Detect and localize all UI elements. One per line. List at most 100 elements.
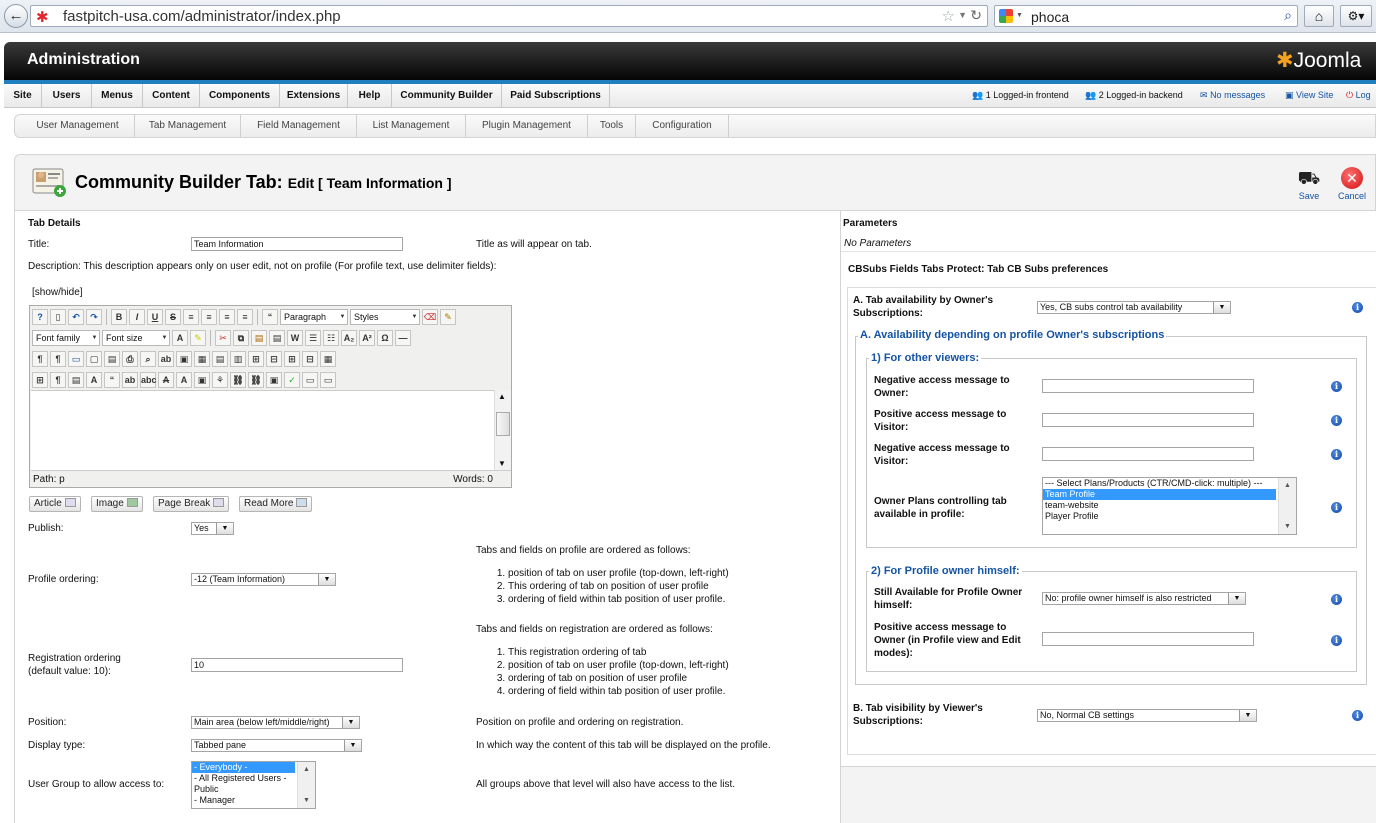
ltr-icon[interactable]: ¶: [32, 351, 48, 367]
scroll-up-icon[interactable]: ▲: [298, 764, 315, 775]
help-icon[interactable]: ?: [32, 309, 48, 325]
bookmark-star-icon[interactable]: ☆: [942, 7, 955, 25]
title-input[interactable]: Team Information: [191, 237, 403, 251]
display-type-select[interactable]: Tabbed pane ▼: [191, 739, 362, 752]
neg-visitor-input[interactable]: [1042, 447, 1254, 461]
blockquote-icon[interactable]: “: [262, 309, 278, 325]
listbox-scrollbar[interactable]: ▲ ▼: [1278, 478, 1296, 534]
home-icon[interactable]: ⌂: [1304, 5, 1334, 27]
find-icon[interactable]: ⌕: [140, 351, 156, 367]
spellcheck-icon[interactable]: ✓: [284, 372, 300, 388]
insert-text-icon[interactable]: A: [176, 372, 192, 388]
redo-icon[interactable]: ↷: [86, 309, 102, 325]
tools-icon[interactable]: ⚙▾: [1340, 5, 1372, 27]
neg-owner-input[interactable]: [1042, 379, 1254, 393]
google-icon[interactable]: [999, 9, 1013, 23]
listbox-scrollbar[interactable]: ▲ ▼: [297, 762, 315, 808]
list-item[interactable]: team-website: [1043, 500, 1296, 511]
cleanup-broom-icon[interactable]: ✎: [440, 309, 456, 325]
insert-row-icon[interactable]: ⊞: [248, 351, 264, 367]
pos-owner-input[interactable]: [1042, 632, 1254, 646]
editor-content-area[interactable]: [31, 390, 494, 470]
profile-ordering-select[interactable]: -12 (Team Information) ▼: [191, 573, 336, 586]
delete-col-icon[interactable]: ⊟: [302, 351, 318, 367]
underline-icon[interactable]: U: [147, 309, 163, 325]
menu-community-builder[interactable]: Community Builder: [392, 84, 502, 107]
address-bar[interactable]: ✱ fastpitch-usa.com/administrator/index.…: [30, 5, 988, 27]
tab-availability-select[interactable]: Yes, CB subs control tab availability ▼: [1037, 301, 1231, 314]
submenu-list-management[interactable]: List Management: [357, 115, 466, 137]
submenu-user-management[interactable]: User Management: [21, 115, 135, 137]
eraser-icon[interactable]: ⌫: [422, 309, 438, 325]
registration-ordering-input[interactable]: 10: [191, 658, 403, 672]
print-icon[interactable]: ⎙: [122, 351, 138, 367]
info-icon[interactable]: i: [1331, 635, 1342, 646]
show-blocks-icon[interactable]: ¶: [50, 372, 66, 388]
superscript-icon[interactable]: A²: [359, 330, 375, 346]
logout-link[interactable]: ⏻ Log: [1346, 84, 1371, 107]
info-icon[interactable]: i: [1352, 302, 1363, 313]
page-break-button[interactable]: Page Break: [153, 496, 230, 512]
image-button[interactable]: Image: [91, 496, 143, 512]
publish-select[interactable]: Yes ▼: [191, 522, 234, 535]
read-more-button[interactable]: Read More: [239, 496, 313, 512]
delete-text-icon[interactable]: A: [158, 372, 174, 388]
submenu-configuration[interactable]: Configuration: [636, 115, 729, 137]
row-props-icon[interactable]: ▤: [212, 351, 228, 367]
editor-scrollbar[interactable]: ▲ ▼: [494, 390, 511, 470]
visual-aid-icon[interactable]: ⊞: [32, 372, 48, 388]
paste-text-icon[interactable]: ▤: [269, 330, 285, 346]
cut-icon[interactable]: ✂: [215, 330, 231, 346]
attributes-icon[interactable]: ▣: [194, 372, 210, 388]
cell-props-icon[interactable]: ▥: [230, 351, 246, 367]
insert-image-icon[interactable]: ▣: [176, 351, 192, 367]
owner-plans-listbox[interactable]: --- Select Plans/Products (CTR/CMD-click…: [1042, 477, 1297, 535]
menu-users[interactable]: Users: [42, 84, 92, 107]
back-arrow-icon[interactable]: ←: [4, 4, 28, 28]
info-icon[interactable]: i: [1331, 381, 1342, 392]
url-dropdown-icon[interactable]: ▼: [958, 10, 967, 20]
special-char-icon[interactable]: Ω: [377, 330, 393, 346]
style-props-icon[interactable]: A: [86, 372, 102, 388]
align-justify-icon[interactable]: ≡: [237, 309, 253, 325]
italic-icon[interactable]: I: [129, 309, 145, 325]
save-button[interactable]: ⛟ Save: [1289, 165, 1329, 205]
submenu-plugin-management[interactable]: Plugin Management: [466, 115, 588, 137]
position-select[interactable]: Main area (below left/middle/right) ▼: [191, 716, 360, 729]
acronym-icon[interactable]: abc: [140, 372, 157, 388]
list-item[interactable]: - Everybody -: [192, 762, 295, 773]
image-icon[interactable]: ▣: [266, 372, 282, 388]
scroll-down-icon[interactable]: ▼: [1279, 521, 1296, 532]
styles-select[interactable]: Styles ▼: [350, 309, 420, 325]
new-document-icon[interactable]: ▯: [50, 309, 66, 325]
scroll-up-icon[interactable]: ▲: [498, 392, 506, 401]
copy-icon[interactable]: ⧉: [233, 330, 249, 346]
layer-icon[interactable]: ▤: [68, 372, 84, 388]
strikethrough-icon[interactable]: S: [165, 309, 181, 325]
list-item[interactable]: Team Profile: [1043, 489, 1276, 500]
link-icon[interactable]: ⛓: [230, 372, 246, 388]
tab-visibility-select[interactable]: No, Normal CB settings ▼: [1037, 709, 1257, 722]
info-icon[interactable]: i: [1331, 449, 1342, 460]
merge-cells-icon[interactable]: ▦: [320, 351, 336, 367]
table-icon[interactable]: ▦: [194, 351, 210, 367]
search-engine-dropdown-icon[interactable]: ▼: [1016, 12, 1023, 19]
paste-word-icon[interactable]: W: [287, 330, 303, 346]
preview-icon[interactable]: ▢: [86, 351, 102, 367]
scroll-up-icon[interactable]: ▲: [1279, 480, 1296, 491]
scroll-down-icon[interactable]: ▼: [498, 459, 506, 468]
search-icon[interactable]: ⌕: [1284, 7, 1292, 24]
user-group-listbox[interactable]: - Everybody - - All Registered Users - P…: [191, 761, 316, 809]
text-color-icon[interactable]: A: [172, 330, 188, 346]
search-input[interactable]: phoca: [1031, 9, 1069, 25]
subscript-icon[interactable]: A₂: [341, 330, 357, 346]
scroll-thumb[interactable]: [496, 412, 510, 436]
font-family-select[interactable]: Font family ▼: [32, 330, 100, 346]
info-icon[interactable]: i: [1331, 502, 1342, 513]
highlight-color-icon[interactable]: ✎: [190, 330, 206, 346]
abbr-icon[interactable]: ab: [122, 372, 138, 388]
scroll-down-icon[interactable]: ▼: [298, 795, 315, 806]
align-right-icon[interactable]: ≡: [219, 309, 235, 325]
fullscreen-icon[interactable]: ▭: [68, 351, 84, 367]
menu-paid-subscriptions[interactable]: Paid Subscriptions: [502, 84, 610, 107]
